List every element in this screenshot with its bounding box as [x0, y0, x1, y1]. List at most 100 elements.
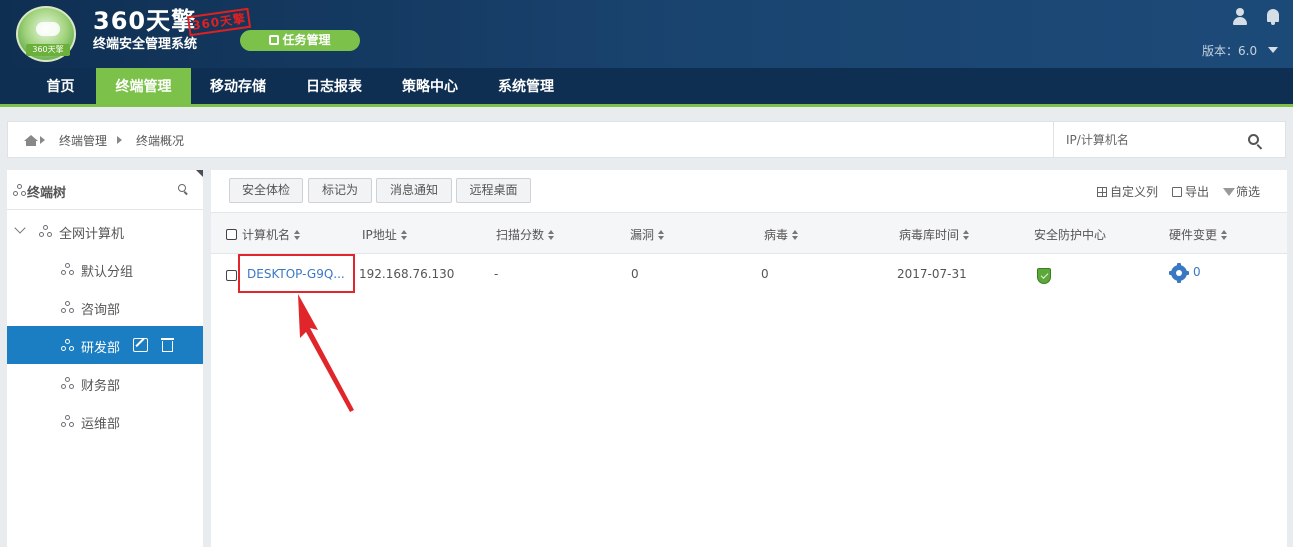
network-icon — [39, 225, 52, 237]
version-label: 版本：6.0 — [1202, 44, 1258, 58]
custom-columns-button[interactable]: 自定义列 — [1097, 183, 1158, 200]
cloud-icon — [36, 22, 60, 36]
column-header-security-center: 安全防护中心 — [1034, 228, 1107, 242]
custom-columns-label: 自定义列 — [1110, 185, 1159, 199]
sort-icon — [1221, 230, 1228, 240]
column-header-computer-name[interactable]: 计算机名 — [242, 226, 301, 243]
security-check-button[interactable]: 安全体检 — [229, 178, 303, 203]
search-icon[interactable] — [1248, 134, 1263, 150]
virus-db-time-cell: 2017-07-31 — [897, 267, 967, 281]
tree-item-root[interactable]: 全网计算机 — [7, 212, 203, 250]
ip-cell: 192.168.76.130 — [359, 267, 455, 281]
tree-title: 终端树 — [27, 186, 67, 201]
top-header: 360天擎 360天擎360天擎 终端安全管理系统 任务管理 版本：6.0 — [0, 0, 1293, 68]
sort-icon — [963, 230, 970, 240]
tree-item-label: 运维部 — [81, 417, 121, 432]
user-icon[interactable] — [1232, 8, 1248, 26]
terminal-tree-panel: 终端树 全网计算机 默认分组 咨询部 研发部 财务部 运维部 — [7, 170, 203, 547]
tree-item-rnd[interactable]: 研发部 — [7, 326, 203, 364]
brand: 360天擎360天擎 终端安全管理系统 — [93, 7, 252, 54]
tree-item-label: 全网计算机 — [59, 227, 125, 242]
sort-icon — [548, 230, 555, 240]
column-header-label: 病毒 — [764, 228, 789, 242]
breadcrumb-item[interactable]: 终端管理 — [59, 132, 107, 149]
column-header-hardware-changes[interactable]: 硬件变更 — [1169, 226, 1228, 243]
tree-item-label: 咨询部 — [81, 303, 121, 318]
annotation-arrow-icon — [298, 294, 354, 412]
trash-icon[interactable] — [161, 338, 174, 352]
network-icon — [13, 184, 26, 196]
column-header-label: 硬件变更 — [1169, 228, 1218, 242]
column-header-vulnerabilities[interactable]: 漏洞 — [630, 226, 665, 243]
nav-item-log-reports[interactable]: 日志报表 — [288, 68, 380, 107]
export-label: 导出 — [1185, 185, 1210, 199]
network-icon — [61, 377, 74, 389]
mark-as-button[interactable]: 标记为 — [308, 178, 372, 203]
column-header-label: 计算机名 — [242, 228, 291, 242]
scan-score-cell: - — [494, 267, 499, 281]
export-button[interactable]: 导出 — [1172, 183, 1209, 200]
tree-item-default-group[interactable]: 默认分组 — [7, 250, 203, 288]
grid-icon — [1097, 187, 1107, 197]
collapse-corner-icon[interactable] — [196, 170, 203, 177]
chevron-down-icon[interactable] — [14, 222, 26, 234]
sort-icon — [400, 230, 407, 240]
terminal-list-panel: 安全体检 标记为 消息通知 远程桌面 自定义列 导出 筛选 计算机名 IP地址 … — [211, 170, 1287, 547]
chevron-right-icon — [117, 136, 122, 144]
column-header-label: 扫描分数 — [496, 228, 545, 242]
chevron-right-icon — [40, 136, 45, 144]
task-icon — [269, 35, 280, 45]
sort-icon — [294, 230, 301, 240]
nav-item-mobile-storage[interactable]: 移动存储 — [192, 68, 284, 107]
tree-item-ops[interactable]: 运维部 — [7, 402, 203, 440]
network-icon — [61, 415, 74, 427]
gear-icon[interactable] — [1169, 265, 1189, 281]
column-header-label: 漏洞 — [630, 228, 655, 242]
annotation-highlight-box — [238, 254, 355, 293]
hardware-changes-link[interactable]: 0 — [1193, 265, 1201, 279]
network-icon — [61, 301, 74, 313]
vulnerabilities-cell: 0 — [631, 267, 639, 281]
column-header-ip[interactable]: IP地址 — [362, 226, 407, 243]
nav-item-home[interactable]: 首页 — [27, 68, 94, 107]
nav-item-terminal-management[interactable]: 终端管理 — [96, 68, 191, 107]
tree-item-label: 财务部 — [81, 379, 121, 394]
edit-icon[interactable] — [133, 338, 148, 352]
filter-button[interactable]: 筛选 — [1223, 183, 1260, 200]
row-checkbox[interactable] — [226, 270, 237, 281]
breadcrumb: 终端管理 终端概况 — [7, 121, 1286, 158]
column-header-scan-score[interactable]: 扫描分数 — [496, 226, 555, 243]
brand-stamp: 360天擎 — [187, 7, 252, 37]
shield-icon[interactable] — [1037, 268, 1051, 284]
network-icon — [61, 263, 74, 275]
task-management-button[interactable]: 任务管理 — [240, 30, 360, 51]
task-management-label: 任务管理 — [282, 33, 331, 47]
export-icon — [1172, 187, 1182, 197]
table-header: 计算机名 IP地址 扫描分数 漏洞 病毒 病毒库时间 安全防护中心 硬件变更 — [211, 212, 1287, 254]
tree-item-consulting[interactable]: 咨询部 — [7, 288, 203, 326]
logo-badge: 360天擎 — [16, 6, 76, 62]
brand-title: 360天擎360天擎 — [93, 7, 252, 37]
nav-item-policy-center[interactable]: 策略中心 — [384, 68, 476, 107]
home-icon[interactable] — [24, 135, 38, 146]
tree-item-label: 研发部 — [81, 341, 121, 356]
network-icon — [61, 339, 74, 351]
chevron-down-icon[interactable] — [1268, 47, 1278, 53]
nav-item-system-management[interactable]: 系统管理 — [480, 68, 572, 107]
column-header-viruses[interactable]: 病毒 — [764, 226, 799, 243]
sort-icon — [792, 230, 799, 240]
logo-badge-text: 360天擎 — [26, 44, 70, 56]
column-header-virus-db-time[interactable]: 病毒库时间 — [899, 226, 970, 243]
search-input[interactable] — [1066, 130, 1246, 150]
remote-desktop-button[interactable]: 远程桌面 — [456, 178, 531, 203]
breadcrumb-item: 终端概况 — [136, 134, 185, 148]
table-row[interactable]: DESKTOP-G9Q... 192.168.76.130 - 0 0 2017… — [211, 255, 1287, 295]
tree-search-icon[interactable] — [178, 184, 189, 195]
filter-icon — [1223, 188, 1235, 196]
sort-icon — [658, 230, 665, 240]
select-all-checkbox[interactable] — [226, 229, 237, 240]
tree-item-finance[interactable]: 财务部 — [7, 364, 203, 402]
main-nav: 首页 终端管理 移动存储 日志报表 策略中心 系统管理 — [0, 68, 1293, 107]
message-notify-button[interactable]: 消息通知 — [376, 178, 452, 203]
bell-icon[interactable] — [1265, 8, 1281, 26]
